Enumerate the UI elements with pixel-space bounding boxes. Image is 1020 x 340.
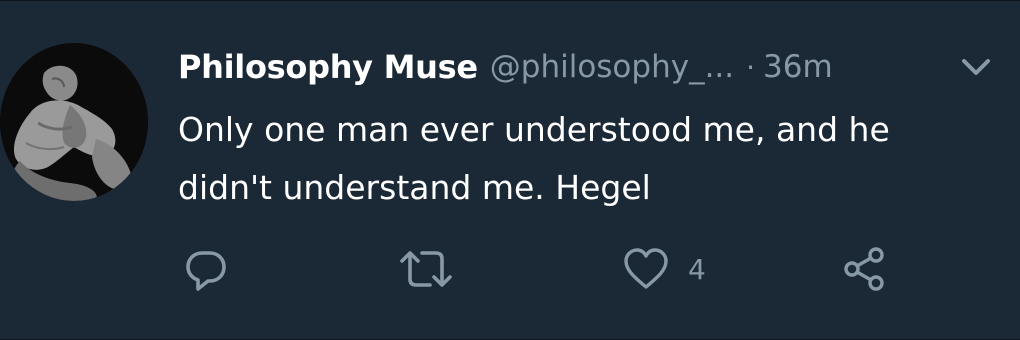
heart-icon xyxy=(624,248,668,289)
retweet-button[interactable] xyxy=(398,241,454,297)
timestamp[interactable]: 36m xyxy=(763,49,833,85)
share-button[interactable] xyxy=(840,241,888,297)
author-handle[interactable]: @philosophy_... xyxy=(490,49,734,85)
action-bar: 4 xyxy=(0,241,1020,297)
tweet-header: Philosophy Muse @philosophy_... · 36m xyxy=(178,41,833,93)
tweet-text: Only one man ever understood me, and he … xyxy=(178,101,998,217)
reply-icon xyxy=(186,251,226,291)
separator-dot: · xyxy=(746,50,756,84)
like-count: 4 xyxy=(688,252,706,286)
chevron-down-icon[interactable] xyxy=(956,53,996,81)
tweet-text-line: Only one man ever understood me, and he xyxy=(178,110,890,149)
retweet-icon xyxy=(400,251,452,287)
share-icon xyxy=(844,247,884,291)
like-button[interactable]: 4 xyxy=(622,241,706,297)
tweet-card[interactable]: Philosophy Muse @philosophy_... · 36m On… xyxy=(0,0,1020,340)
thinker-statue-image xyxy=(0,43,148,201)
reply-button[interactable] xyxy=(182,241,230,297)
avatar[interactable] xyxy=(0,43,148,201)
tweet-text-line: didn't understand me. Hegel xyxy=(178,168,651,207)
author-name[interactable]: Philosophy Muse xyxy=(178,48,478,86)
